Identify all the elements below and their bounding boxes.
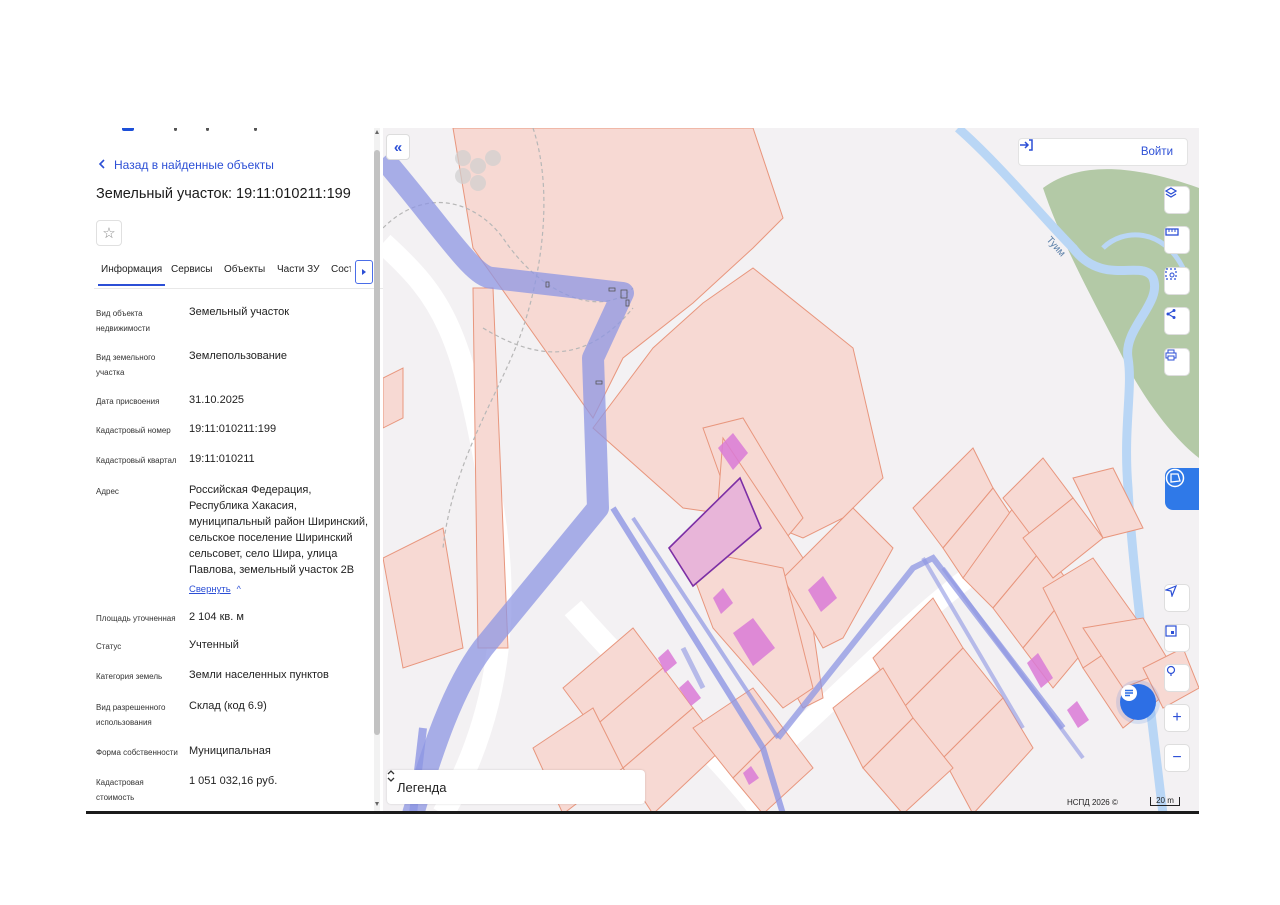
chat-button[interactable]: [1120, 684, 1156, 720]
tabs-scroll-right-button[interactable]: [355, 260, 373, 284]
info-panel: Назад в найденные объекты Земельный учас…: [86, 128, 384, 814]
parcel: [383, 527, 464, 669]
field-value: 19:11:010211:199: [189, 423, 277, 435]
field-label: Адрес: [96, 487, 119, 496]
map-canvas[interactable]: Туим « Войти + − Легенда НСПД 2026 © 20 …: [383, 128, 1199, 814]
field-label: Вид разрешенного использования: [96, 703, 166, 727]
collapse-link[interactable]: Свернуть: [189, 582, 231, 598]
zoom-in-button[interactable]: +: [1164, 704, 1190, 732]
tab-information[interactable]: Информация: [97, 264, 166, 286]
tab-objects[interactable]: Объекты: [224, 264, 265, 275]
tab-parts[interactable]: Части ЗУ: [277, 264, 319, 275]
field-label: Категория земель: [96, 672, 163, 681]
field-value: Муниципальная: [189, 745, 271, 757]
zoom-out-button[interactable]: −: [1164, 744, 1190, 772]
field-value: Землепользование: [189, 350, 288, 362]
scale-bar: 20 m: [1150, 797, 1180, 806]
tab-services[interactable]: Сервисы: [171, 264, 212, 275]
header-logo-strip: [86, 128, 376, 134]
star-icon: ☆: [102, 225, 116, 242]
field-label: Дата присвоения: [96, 397, 160, 406]
field-label: Кадастровая стоимость: [96, 778, 144, 802]
panel-scrollbar-thumb[interactable]: [374, 150, 380, 735]
field-label: Кадастровый квартал: [96, 456, 177, 465]
parcel: [472, 287, 509, 649]
map-attribution: НСПД 2026 ©: [1067, 798, 1118, 807]
field-value: Учтенный: [189, 639, 239, 651]
field-value: 19:11:010211: [189, 453, 255, 465]
favorite-button[interactable]: ☆: [96, 220, 122, 246]
layers-button[interactable]: [1164, 186, 1190, 214]
chevron-left-icon: [98, 158, 106, 172]
parcel: [383, 367, 404, 429]
field-value: 31.10.2025: [189, 394, 245, 406]
field-value: Земельный участок: [189, 306, 290, 318]
back-to-results-link[interactable]: Назад в найденные объекты: [98, 158, 274, 172]
field-label: Форма собственности: [96, 748, 178, 757]
app-window: Назад в найденные объекты Земельный учас…: [86, 128, 1199, 814]
chevron-up-icon: ^: [236, 584, 241, 594]
field-value: Склад (код 6.9): [189, 700, 267, 712]
field-value: 1 051 032,16 руб.: [189, 775, 278, 787]
field-label: Вид земельного участка: [96, 353, 156, 377]
tab-bar: Информация Сервисы Объекты Части ЗУ Сост: [94, 262, 383, 289]
field-label: Площадь уточненная: [96, 614, 176, 623]
login-label: Войти: [1140, 146, 1173, 158]
field-value: 2 104 кв. м: [189, 611, 244, 623]
scroll-down-icon[interactable]: [375, 802, 379, 806]
ruler-button[interactable]: [1164, 226, 1190, 254]
window-bottom-edge: [86, 811, 1199, 814]
collapse-panel-button[interactable]: «: [386, 134, 410, 160]
location-button[interactable]: [1164, 664, 1190, 692]
field-value: Российская Федерация, Республика Хакасия…: [189, 484, 369, 576]
legend-label: Легенда: [397, 779, 447, 795]
address-block: Российская Федерация, Республика Хакасия…: [189, 482, 369, 598]
navigate-button[interactable]: [1164, 584, 1190, 612]
legend-dropdown[interactable]: Легенда: [387, 770, 645, 804]
field-label: Кадастровый номер: [96, 426, 171, 435]
select-area-button[interactable]: [1164, 267, 1190, 295]
share-button[interactable]: [1164, 307, 1190, 335]
page-title: Земельный участок: 19:11:010211:199: [96, 186, 351, 202]
field-label: Статус: [96, 642, 122, 651]
map-type-button[interactable]: [1164, 624, 1190, 652]
side-panel-toggle[interactable]: [1165, 468, 1199, 510]
field-label: Вид объекта недвижимости: [96, 309, 150, 333]
map-layers: Туим: [383, 128, 1199, 814]
tab-state[interactable]: Сост: [331, 264, 351, 275]
login-button[interactable]: Войти: [1018, 138, 1188, 166]
scroll-up-icon[interactable]: [375, 130, 379, 134]
field-value: Земли населенных пунктов: [189, 669, 329, 681]
print-button[interactable]: [1164, 348, 1190, 376]
back-link-label: Назад в найденные объекты: [114, 158, 274, 172]
